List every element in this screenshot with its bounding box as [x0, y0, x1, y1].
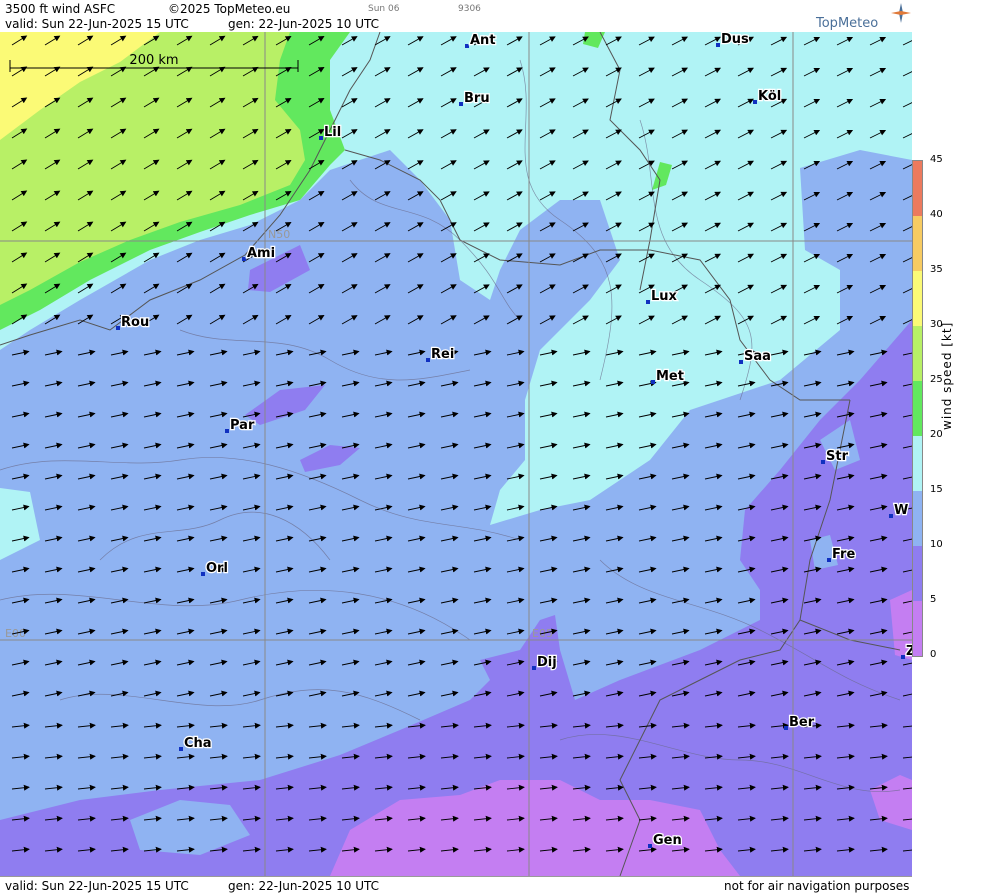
run-code: 9306 — [458, 4, 481, 14]
city-fre: Fre — [827, 546, 857, 563]
legend-tick: 20 — [930, 429, 943, 440]
legend-swatch-25-30kt — [913, 326, 922, 381]
city-label: Gen — [653, 833, 682, 848]
city-label: Str — [826, 449, 849, 464]
legend-swatch-20-25kt — [913, 381, 922, 436]
disclaimer: not for air navigation purposes — [724, 879, 910, 893]
city-gen: Gen — [648, 832, 683, 849]
map-footer: valid: Sun 22-Jun-2025 15 UTC gen: 22-Ju… — [0, 876, 912, 894]
wind-speed-legend: 45 40 35 30 25 20 15 10 5 0 — [912, 0, 1000, 893]
brand-name: TopMeteo — [816, 16, 879, 31]
city-dot-icon — [821, 460, 825, 464]
city-label: W — [894, 503, 908, 518]
city-label: Lux — [651, 289, 678, 304]
city-label: Fre — [832, 547, 855, 562]
city-dot-icon — [459, 102, 463, 106]
generated-time: gen: 22-Jun-2025 10 UTC — [228, 17, 380, 31]
legend-tick: 5 — [930, 594, 937, 605]
map-title: 3500 ft wind ASFC — [5, 2, 116, 16]
legend-swatch-10-15kt — [913, 491, 922, 546]
city-lux: Lux — [646, 288, 679, 305]
legend-tick: 10 — [930, 539, 943, 550]
city-dot-icon — [901, 655, 905, 659]
city-ant: Ant — [465, 32, 497, 49]
city-dot-icon — [784, 726, 788, 730]
legend-swatch-15-20kt — [913, 436, 922, 491]
city-ami: Ami — [242, 245, 276, 262]
city-orl: Orl — [201, 560, 229, 577]
city-label: Ant — [470, 33, 496, 48]
legend-swatch-40-45kt — [913, 161, 922, 216]
city-label: Lil — [324, 125, 341, 140]
city-dot-icon — [753, 100, 757, 104]
valid-time: valid: Sun 22-Jun-2025 15 UTC — [5, 17, 189, 31]
city-dot-icon — [201, 572, 205, 576]
city-par: Par — [225, 417, 256, 434]
city-label: Dus — [721, 32, 749, 47]
city-label: Par — [230, 418, 255, 433]
wind-map: N50 E00 E05 200 km Ant DusBru KölLilAmiRou… — [0, 32, 912, 876]
city-saa: Saa — [739, 348, 772, 365]
city-str: Str — [821, 448, 850, 465]
city-dot-icon — [179, 747, 183, 751]
city-label: Orl — [206, 561, 228, 576]
legend-title: wind speed [kt] — [940, 321, 954, 430]
city-label: Köl — [758, 89, 781, 104]
city-label: Rou — [121, 315, 149, 330]
copyright-text: ©2025 TopMeteo.eu — [168, 2, 291, 16]
city-dot-icon — [532, 666, 536, 670]
city-dot-icon — [889, 514, 893, 518]
city-label: Dij — [537, 655, 557, 670]
legend-swatch-30-35kt — [913, 271, 922, 326]
city-label: Ami — [247, 246, 275, 261]
legend-tick: 40 — [930, 209, 943, 220]
city-dot-icon — [465, 44, 469, 48]
city-label: Saa — [744, 349, 771, 364]
city-dot-icon — [648, 844, 652, 848]
legend-swatch-5-10kt — [913, 546, 922, 601]
scale-bar-label: 200 km — [129, 53, 178, 68]
city-dot-icon — [716, 43, 720, 47]
city-dot-icon — [646, 300, 650, 304]
city-met: Met — [651, 368, 685, 385]
city-ber: Ber — [784, 714, 816, 731]
city-label: Ber — [789, 715, 815, 730]
city-label: Rei — [431, 347, 454, 362]
city-dot-icon — [319, 136, 323, 140]
city-label: Bru — [464, 91, 490, 106]
city-bru: Bru — [459, 90, 491, 107]
compass-logo-icon — [891, 3, 911, 23]
legend-swatch-0-5kt — [913, 601, 922, 656]
city-köl: Köl — [753, 88, 782, 105]
city-rei: Rei — [426, 346, 456, 363]
city-dus: Dus — [716, 32, 750, 48]
legend-tick: 35 — [930, 264, 943, 275]
footer-valid-time: valid: Sun 22-Jun-2025 15 UTC — [5, 879, 189, 893]
map-header: 3500 ft wind ASFC ©2025 TopMeteo.eu Sun … — [0, 0, 912, 33]
lat-label-n50: N50 — [268, 228, 290, 241]
legend-tick: 45 — [930, 154, 943, 165]
city-dot-icon — [225, 429, 229, 433]
footer-generated-time: gen: 22-Jun-2025 10 UTC — [228, 879, 380, 893]
city-label: Met — [656, 369, 684, 384]
city-dot-icon — [651, 380, 655, 384]
legend-tick: 15 — [930, 484, 943, 495]
city-dot-icon — [739, 360, 743, 364]
city-label: Cha — [184, 736, 212, 751]
city-dot-icon — [242, 257, 246, 261]
city-dot-icon — [116, 326, 120, 330]
city-rou: Rou — [116, 314, 150, 331]
day-code: Sun 06 — [368, 4, 400, 14]
city-cha: Cha — [179, 735, 213, 752]
city-dot-icon — [827, 558, 831, 562]
city-dot-icon — [426, 358, 430, 362]
legend-swatch-35-40kt — [913, 216, 922, 271]
legend-tick: 0 — [930, 649, 937, 660]
